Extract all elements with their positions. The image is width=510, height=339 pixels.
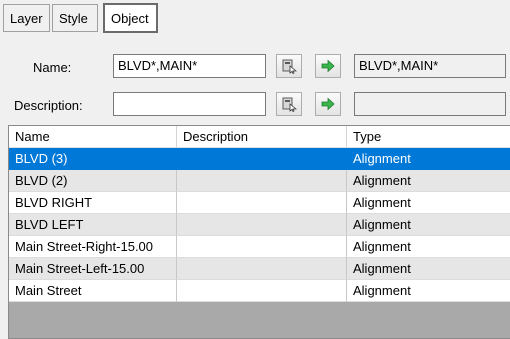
tab-bar: Layer Style Object bbox=[0, 0, 510, 36]
name-filter-input[interactable]: BLVD*,MAIN* bbox=[113, 54, 266, 78]
description-label: Description: bbox=[14, 98, 83, 113]
cell-description bbox=[177, 214, 347, 236]
cell-type: Alignment bbox=[347, 170, 510, 192]
name-label: Name: bbox=[33, 60, 72, 75]
table-row[interactable]: Main Street-Right-15.00 Alignment bbox=[9, 236, 510, 258]
cell-name: Main Street-Right-15.00 bbox=[9, 236, 177, 258]
description-result-field bbox=[354, 92, 506, 116]
green-arrow-right-icon bbox=[321, 59, 335, 73]
cell-type: Alignment bbox=[347, 236, 510, 258]
name-pick-button[interactable] bbox=[276, 54, 302, 78]
cell-type: Alignment bbox=[347, 148, 510, 170]
cell-description bbox=[177, 192, 347, 214]
pick-from-drawing-icon bbox=[282, 59, 297, 74]
cell-name: Main Street-Left-15.00 bbox=[9, 258, 177, 280]
description-filter-input[interactable] bbox=[113, 92, 266, 116]
cell-type: Alignment bbox=[347, 214, 510, 236]
results-table: Name Description Type BLVD (3) Alignment B… bbox=[8, 125, 510, 339]
name-apply-button[interactable] bbox=[315, 54, 341, 78]
table-row[interactable]: BLVD RIGHT Alignment bbox=[9, 192, 510, 214]
tab-style[interactable]: Style bbox=[52, 4, 98, 32]
table-row[interactable]: BLVD (2) Alignment bbox=[9, 170, 510, 192]
cell-type: Alignment bbox=[347, 280, 510, 302]
table-row[interactable]: BLVD LEFT Alignment bbox=[9, 214, 510, 236]
description-apply-button[interactable] bbox=[315, 92, 341, 116]
table-header: Name Description Type bbox=[9, 126, 510, 148]
green-arrow-right-icon bbox=[321, 97, 335, 111]
cell-name: BLVD RIGHT bbox=[9, 192, 177, 214]
description-pick-button[interactable] bbox=[276, 92, 302, 116]
cell-type: Alignment bbox=[347, 192, 510, 214]
cell-type: Alignment bbox=[347, 258, 510, 280]
cell-description bbox=[177, 170, 347, 192]
cell-name: BLVD LEFT bbox=[9, 214, 177, 236]
table-row[interactable]: Main Street Alignment bbox=[9, 280, 510, 302]
cell-description bbox=[177, 148, 347, 170]
table-row[interactable]: Main Street-Left-15.00 Alignment bbox=[9, 258, 510, 280]
cell-description bbox=[177, 258, 347, 280]
column-header-description[interactable]: Description bbox=[177, 126, 347, 148]
cell-name: Main Street bbox=[9, 280, 177, 302]
cell-description bbox=[177, 236, 347, 258]
tab-layer[interactable]: Layer bbox=[3, 4, 50, 32]
table-row[interactable]: BLVD (3) Alignment bbox=[9, 148, 510, 170]
name-result-field: BLVD*,MAIN* bbox=[354, 54, 506, 78]
pick-from-drawing-icon bbox=[282, 97, 297, 112]
cell-description bbox=[177, 280, 347, 302]
column-header-type[interactable]: Type bbox=[347, 126, 510, 148]
cell-name: BLVD (3) bbox=[9, 148, 177, 170]
column-header-name[interactable]: Name bbox=[9, 126, 177, 148]
cell-name: BLVD (2) bbox=[9, 170, 177, 192]
tab-object[interactable]: Object bbox=[103, 3, 158, 33]
